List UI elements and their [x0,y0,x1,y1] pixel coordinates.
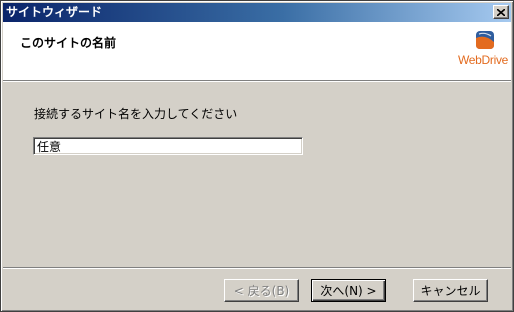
window-title: サイトウィザード [6,5,103,19]
site-name-input[interactable] [33,137,303,155]
wizard-window: サイトウィザード このサイトの名前 WebDrive 接続するサイト名を入力して… [0,0,514,312]
logo-text: WebDrive [458,53,509,67]
site-name-label: 接続するサイト名を入力してください [34,107,238,121]
back-button[interactable]: < 戻る(B) [224,279,299,302]
cancel-button[interactable]: キャンセル [413,279,488,302]
close-button[interactable] [493,5,509,19]
next-button[interactable]: 次へ(N) > [311,279,386,302]
title-bar[interactable]: サイトウィザード [3,3,511,22]
header-separator [3,80,511,82]
header-panel: このサイトの名前 WebDrive [3,22,511,80]
webdrive-logo: WebDrive [451,30,511,76]
close-icon [497,8,505,16]
page-title: このサイトの名前 [20,36,117,50]
footer-separator [3,267,511,269]
webdrive-logo-icon [476,31,494,49]
